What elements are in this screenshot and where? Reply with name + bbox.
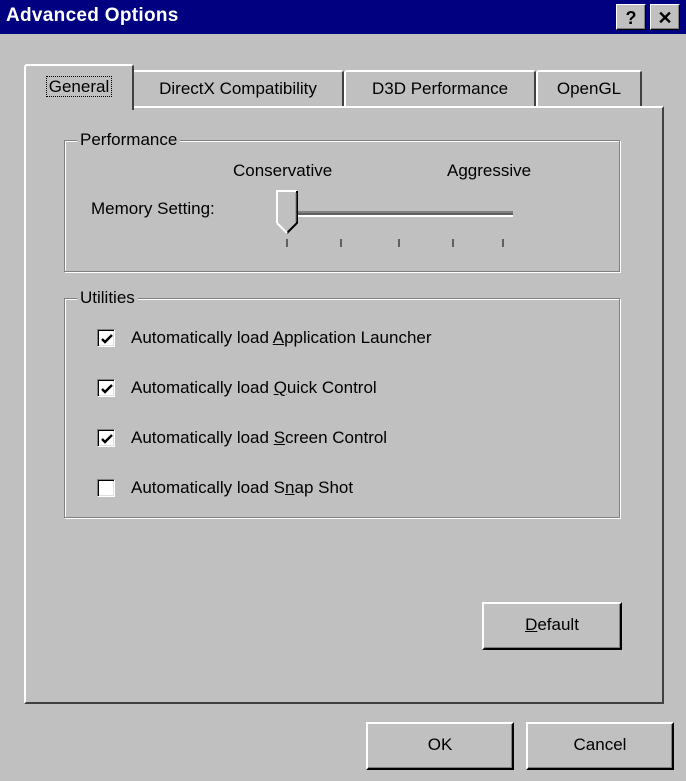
tab-panel-general: Performance Conservative Aggressive Memo… [24,106,664,704]
performance-group: Performance Conservative Aggressive Memo… [64,130,620,272]
aggressive-label: Aggressive [447,161,532,180]
conservative-label: Conservative [233,161,333,180]
default-button[interactable]: Default [482,602,622,650]
tab-d3d-performance[interactable]: D3D Performance [344,70,536,108]
tab-opengl-label: OpenGL [556,79,622,98]
window-title: Advanced Options [6,5,179,26]
tab-general-label: General [45,76,113,97]
checkmark-icon [101,434,113,444]
checkbox-box[interactable] [97,429,115,447]
checkbox-box[interactable] [97,379,115,397]
slider-ticks [286,239,504,247]
close-button[interactable]: ✕ [650,4,680,30]
checkbox-box[interactable] [97,479,115,497]
checkmark-icon [101,334,113,344]
title-bar: Advanced Options ? ✕ [0,0,686,34]
performance-group-label: Performance [77,130,181,150]
memory-setting-slider[interactable] [265,187,525,257]
checkbox-label: Automatically load Snap Shot [131,478,354,497]
tab-directx-label: DirectX Compatibility [159,79,317,98]
checkbox-box[interactable] [97,329,115,347]
help-button[interactable]: ? [616,4,646,30]
memory-setting-label: Memory Setting: [91,199,215,218]
ok-button[interactable]: OK [366,722,514,770]
checkbox-label: Automatically load Application Launcher [131,328,432,347]
tab-opengl[interactable]: OpenGL [536,70,642,108]
utilities-group-label: Utilities [77,288,138,308]
tab-d3d-label: D3D Performance [371,79,509,98]
slider-thumb[interactable] [276,190,298,234]
cancel-button[interactable]: Cancel [526,722,674,770]
utilities-group: Utilities Automatically load Application… [64,288,620,518]
tab-directx-compatibility[interactable]: DirectX Compatibility [132,70,344,108]
checkmark-icon [101,384,113,394]
tab-general[interactable]: General [24,64,134,110]
checkbox-label: Automatically load Screen Control [131,428,388,447]
checkbox-label: Automatically load Quick Control [131,378,377,397]
